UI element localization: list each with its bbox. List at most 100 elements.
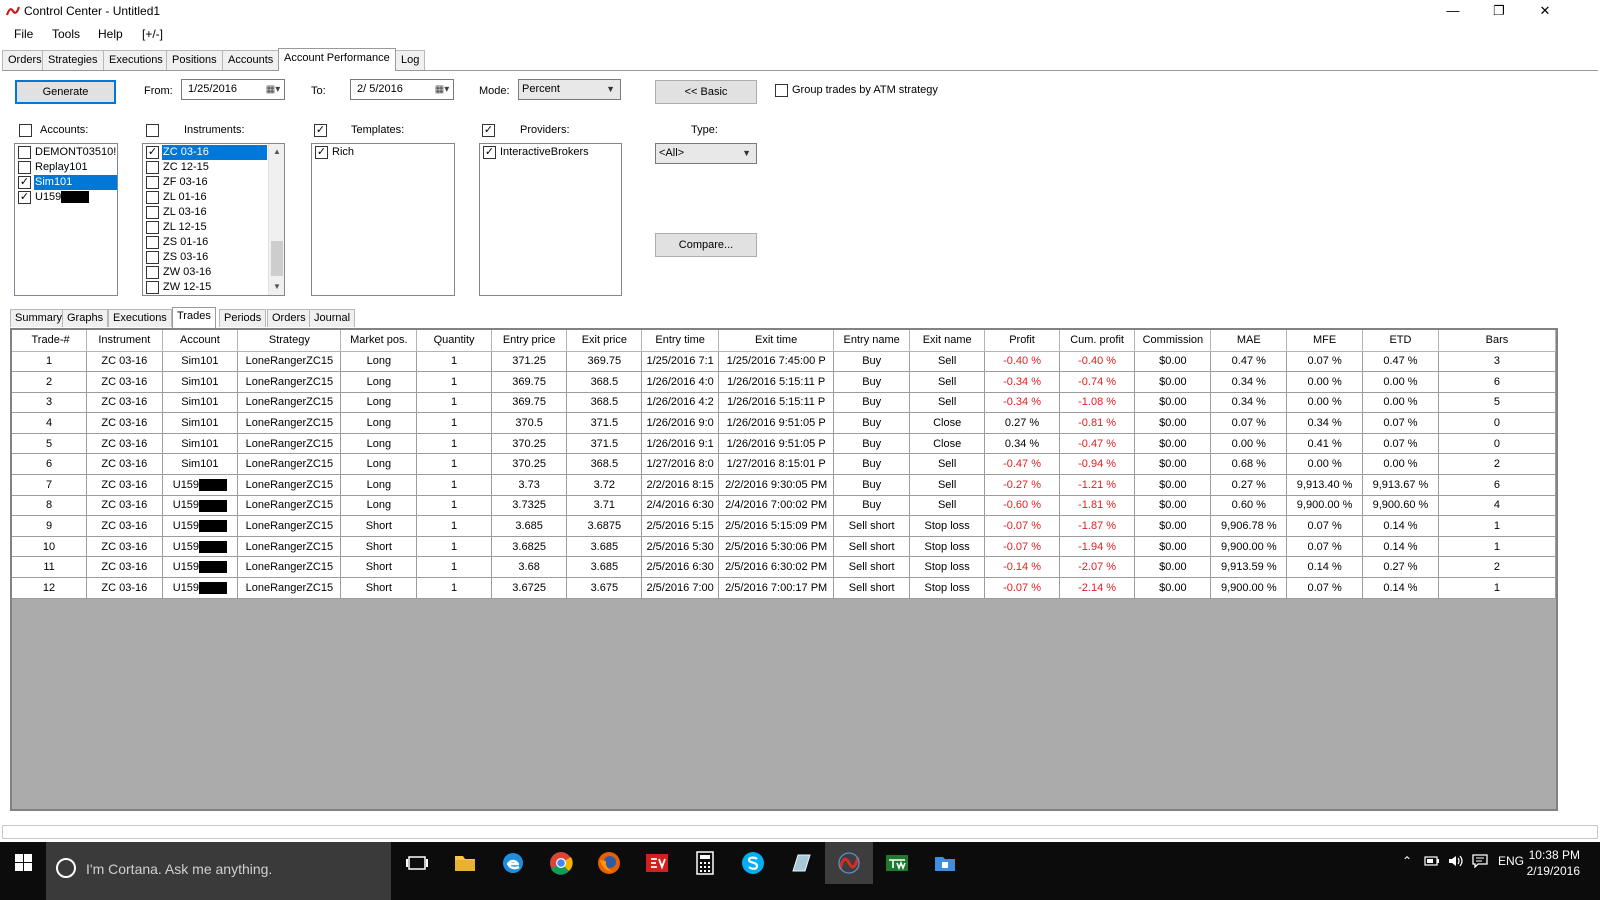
accounts-list[interactable]: DEMONT03510! Replay101 ✓ Sim101 ✓ U159 xyxy=(14,143,118,296)
tab-accounts[interactable]: Accounts xyxy=(222,50,280,70)
title-bar[interactable]: Control Center - Untitled1 — ❐ ✕ xyxy=(0,0,1600,22)
column-header[interactable]: Quantity xyxy=(416,330,492,352)
providers-list[interactable]: ✓ InteractiveBrokers xyxy=(479,143,622,296)
calendar-dropdown-icon[interactable]: ▦▾ xyxy=(265,83,281,96)
battery-icon[interactable] xyxy=(1424,854,1440,868)
tab-graphs[interactable]: Graphs xyxy=(62,309,109,327)
scroll-thumb[interactable] xyxy=(271,241,283,276)
tab-summary[interactable]: Summary xyxy=(10,309,68,327)
table-row[interactable]: 8 ZC 03-16 U159 LoneRangerZC15 Long 1 3.7325 3.… xyxy=(12,495,1556,517)
taskbar-app-red[interactable] xyxy=(633,842,681,884)
mode-select[interactable]: Percent ▼ xyxy=(518,79,621,100)
instruments-select-all-checkbox[interactable] xyxy=(146,124,159,137)
menu-tools[interactable]: Tools xyxy=(52,27,80,41)
minimize-button[interactable]: — xyxy=(1430,0,1476,22)
volume-icon[interactable] xyxy=(1448,854,1464,868)
list-item[interactable]: ✓ ZC 03-16 xyxy=(145,145,267,160)
column-header[interactable]: Exit name xyxy=(909,330,986,352)
account-checkbox[interactable]: ✓ xyxy=(18,176,31,189)
taskbar-tws[interactable] xyxy=(873,842,921,884)
account-checkbox[interactable] xyxy=(18,161,31,174)
instrument-checkbox[interactable] xyxy=(146,221,159,234)
providers-select-all-checkbox[interactable]: ✓ xyxy=(482,124,495,137)
instruments-scrollbar[interactable]: ▲ ▼ xyxy=(268,144,284,295)
tab-executions-report[interactable]: Executions xyxy=(108,309,172,327)
start-button[interactable] xyxy=(0,842,46,900)
group-trades-checkbox[interactable] xyxy=(775,84,788,97)
column-header[interactable]: Entry time xyxy=(641,330,719,352)
tab-periods[interactable]: Periods xyxy=(219,309,267,327)
tab-executions[interactable]: Executions xyxy=(103,50,169,70)
taskbar-notes-app[interactable] xyxy=(777,842,825,884)
templates-select-all-checkbox[interactable]: ✓ xyxy=(314,124,327,137)
instrument-checkbox[interactable] xyxy=(146,176,159,189)
basic-toggle-button[interactable]: << Basic xyxy=(655,80,757,104)
list-item[interactable]: DEMONT03510! xyxy=(17,145,117,160)
list-item[interactable]: ✓ U159 xyxy=(17,190,117,205)
template-checkbox[interactable]: ✓ xyxy=(315,146,328,159)
tab-trades[interactable]: Trades xyxy=(172,307,216,328)
column-header[interactable]: Trade-# xyxy=(12,330,88,352)
notification-icon[interactable] xyxy=(1472,854,1488,868)
compare-button[interactable]: Compare... xyxy=(655,233,757,257)
menu-help[interactable]: Help xyxy=(98,27,123,41)
templates-list[interactable]: ✓ Rich xyxy=(311,143,455,296)
taskbar-edge[interactable] xyxy=(489,842,537,884)
clock-date[interactable]: 2/19/2016 xyxy=(1527,864,1580,878)
column-header[interactable]: Account xyxy=(162,330,239,352)
account-checkbox[interactable]: ✓ xyxy=(18,191,31,204)
tab-orders[interactable]: Orders xyxy=(2,50,48,70)
column-header[interactable]: Entry name xyxy=(833,330,911,352)
table-row[interactable]: 11 ZC 03-16 U159 LoneRangerZC15 Short 1 3.68 3.… xyxy=(12,556,1556,579)
scroll-down-icon[interactable]: ▼ xyxy=(269,279,284,295)
trades-grid[interactable]: Trade-# Instrument Account Strategy Market p… xyxy=(10,328,1558,811)
list-item[interactable]: ✓ Sim101 xyxy=(17,175,117,190)
taskbar-firefox[interactable] xyxy=(585,842,633,884)
instrument-checkbox[interactable] xyxy=(146,266,159,279)
taskbar-folder-blue[interactable] xyxy=(921,842,969,884)
tab-strategies[interactable]: Strategies xyxy=(42,50,104,70)
instrument-checkbox[interactable] xyxy=(146,191,159,204)
table-row[interactable]: 7 ZC 03-16 U159 LoneRangerZC15 Long 1 3.73 3.72… xyxy=(12,474,1556,496)
column-header[interactable]: ETD xyxy=(1362,330,1439,352)
instrument-checkbox[interactable] xyxy=(146,236,159,249)
provider-checkbox[interactable]: ✓ xyxy=(483,146,496,159)
column-header[interactable]: Cum. profit xyxy=(1059,330,1136,352)
column-header[interactable]: MFE xyxy=(1286,330,1364,352)
column-header[interactable]: Market pos. xyxy=(340,330,418,352)
cortana-search-box[interactable]: I'm Cortana. Ask me anything. xyxy=(46,842,391,900)
menu-file[interactable]: File xyxy=(14,27,33,41)
tab-log[interactable]: Log xyxy=(395,50,426,70)
table-row[interactable]: 3 ZC 03-16 Sim101 LoneRangerZC15 Long 1 369.75… xyxy=(12,392,1556,414)
table-row[interactable]: 9 ZC 03-16 U159 LoneRangerZC15 Short 1 3.685 3.… xyxy=(12,515,1556,537)
to-date-picker[interactable]: 2/ 5/2016 ▦▾ xyxy=(350,79,454,100)
type-select[interactable]: <All> ▼ xyxy=(655,143,757,164)
tab-positions[interactable]: Positions xyxy=(166,50,223,70)
instrument-checkbox[interactable]: ✓ xyxy=(146,146,159,159)
tab-journal[interactable]: Journal xyxy=(309,309,356,327)
restore-button[interactable]: ❐ xyxy=(1476,0,1522,22)
column-header[interactable]: Profit xyxy=(984,330,1060,352)
instruments-list[interactable]: ✓ ZC 03-16 ZC 12-15 ZF 03-16 ZL 01-16 ZL… xyxy=(142,143,285,296)
column-header[interactable]: Commission xyxy=(1134,330,1212,352)
close-button[interactable]: ✕ xyxy=(1522,0,1568,22)
tab-orders-report[interactable]: Orders xyxy=(267,309,311,327)
list-item[interactable]: Replay101 xyxy=(17,160,117,175)
account-checkbox[interactable] xyxy=(18,146,31,159)
taskbar-calculator[interactable] xyxy=(681,842,729,884)
column-header[interactable]: Exit price xyxy=(566,330,643,352)
clock-time[interactable]: 10:38 PM xyxy=(1529,848,1580,862)
column-header[interactable]: MAE xyxy=(1210,330,1288,352)
language-indicator[interactable]: ENG xyxy=(1498,854,1524,868)
generate-button[interactable]: Generate xyxy=(15,80,116,104)
instrument-checkbox[interactable] xyxy=(146,251,159,264)
chevron-up-icon[interactable]: ⌃ xyxy=(1402,854,1412,868)
taskbar-chrome[interactable] xyxy=(537,842,585,884)
task-view-button[interactable] xyxy=(393,842,441,884)
instrument-checkbox[interactable] xyxy=(146,161,159,174)
taskbar-control-center[interactable] xyxy=(825,842,873,884)
taskbar-file-explorer[interactable] xyxy=(441,842,489,884)
column-header[interactable]: Bars xyxy=(1438,330,1556,352)
column-header[interactable]: Instrument xyxy=(86,330,163,352)
column-header[interactable]: Exit time xyxy=(718,330,835,352)
